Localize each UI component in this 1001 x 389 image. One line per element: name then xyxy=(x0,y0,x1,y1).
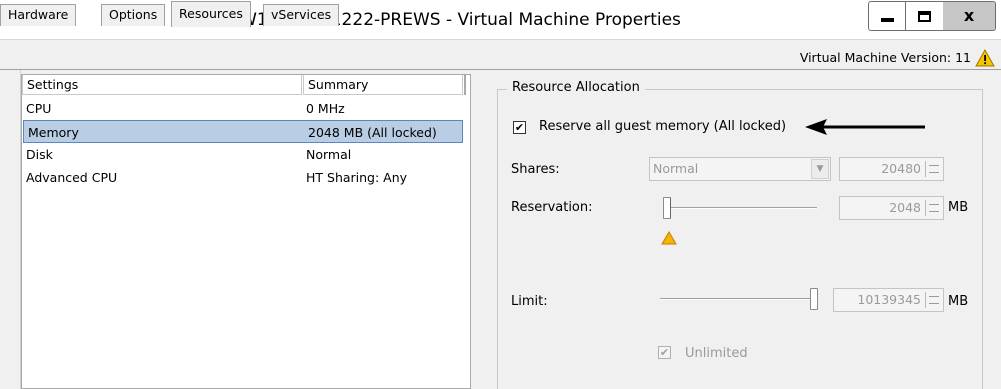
tab-vservices[interactable]: vServices xyxy=(263,4,340,26)
list-item-memory[interactable]: Memory 2048 MB (All locked) xyxy=(23,120,463,143)
column-header-edge xyxy=(464,75,469,95)
spinner-buttons-icon[interactable] xyxy=(925,292,941,308)
reservation-unit: MB xyxy=(948,200,969,215)
spinner-buttons-icon[interactable] xyxy=(925,200,941,216)
list-item-advanced-cpu[interactable]: Advanced CPU HT Sharing: Any xyxy=(22,166,462,189)
reservation-spinner[interactable]: 2048 xyxy=(839,196,944,220)
reservation-slider-track[interactable] xyxy=(667,207,817,209)
close-button[interactable]: x xyxy=(943,1,996,31)
vm-version-label: Virtual Machine Version: 11 xyxy=(799,50,971,65)
list-item-setting: Disk xyxy=(26,147,53,162)
reservation-spinner-value: 2048 xyxy=(889,200,921,215)
limit-slider-thumb[interactable] xyxy=(810,288,818,310)
checkmark-icon: ✔ xyxy=(514,121,525,134)
list-item-summary: HT Sharing: Any xyxy=(306,170,408,185)
reserve-all-checkbox[interactable]: ✔ xyxy=(513,121,526,134)
column-header-summary[interactable]: Summary xyxy=(303,75,463,95)
unlimited-label[interactable]: Unlimited xyxy=(685,346,748,361)
shares-label: Shares: xyxy=(511,162,560,177)
shares-dropdown-value: Normal xyxy=(653,161,699,176)
limit-slider-track[interactable] xyxy=(660,298,815,300)
list-item-summary: 2048 MB (All locked) xyxy=(308,125,437,140)
warning-icon[interactable] xyxy=(975,49,995,67)
chevron-down-icon: ▼ xyxy=(811,159,829,179)
checkmark-icon: ✔ xyxy=(659,346,670,359)
shares-spinner[interactable]: 20480 xyxy=(839,157,944,181)
tab-hardware[interactable]: Hardware xyxy=(0,4,77,26)
list-item-summary: Normal xyxy=(306,147,352,162)
list-item-disk[interactable]: Disk Normal xyxy=(22,143,462,166)
list-item-setting: Memory xyxy=(28,125,79,140)
left-rail xyxy=(0,70,21,389)
group-title: Resource Allocation xyxy=(507,80,645,95)
limit-spinner[interactable]: 10139345 xyxy=(833,288,944,312)
shares-spinner-value: 20480 xyxy=(881,161,921,176)
maximize-icon xyxy=(918,10,931,22)
warning-icon[interactable] xyxy=(661,231,677,245)
settings-list: Settings Summary CPU 0 MHz Memory 2048 M… xyxy=(21,74,471,389)
reserve-all-label[interactable]: Reserve all guest memory (All locked) xyxy=(539,119,786,134)
list-item-summary: 0 MHz xyxy=(306,101,345,116)
close-icon: x xyxy=(963,6,975,25)
maximize-button[interactable] xyxy=(906,1,944,31)
column-header-settings[interactable]: Settings xyxy=(22,75,302,95)
tab-resources[interactable]: Resources xyxy=(171,1,251,27)
annotation-arrow-icon xyxy=(805,119,925,135)
tab-options[interactable]: Options xyxy=(101,4,166,26)
unlimited-checkbox[interactable]: ✔ xyxy=(658,346,671,359)
list-item-cpu[interactable]: CPU 0 MHz xyxy=(22,97,462,120)
list-item-setting: CPU xyxy=(26,101,52,116)
list-item-setting: Advanced CPU xyxy=(26,170,118,185)
limit-unit: MB xyxy=(948,294,969,309)
reservation-label: Reservation: xyxy=(511,200,593,215)
spinner-buttons-icon[interactable] xyxy=(925,161,941,177)
limit-label: Limit: xyxy=(511,294,548,309)
minimize-button[interactable] xyxy=(868,1,906,31)
limit-spinner-value: 10139345 xyxy=(857,292,921,307)
reservation-slider-thumb[interactable] xyxy=(663,197,671,219)
minimize-icon xyxy=(880,18,894,22)
shares-dropdown[interactable]: Normal ▼ xyxy=(649,157,831,181)
